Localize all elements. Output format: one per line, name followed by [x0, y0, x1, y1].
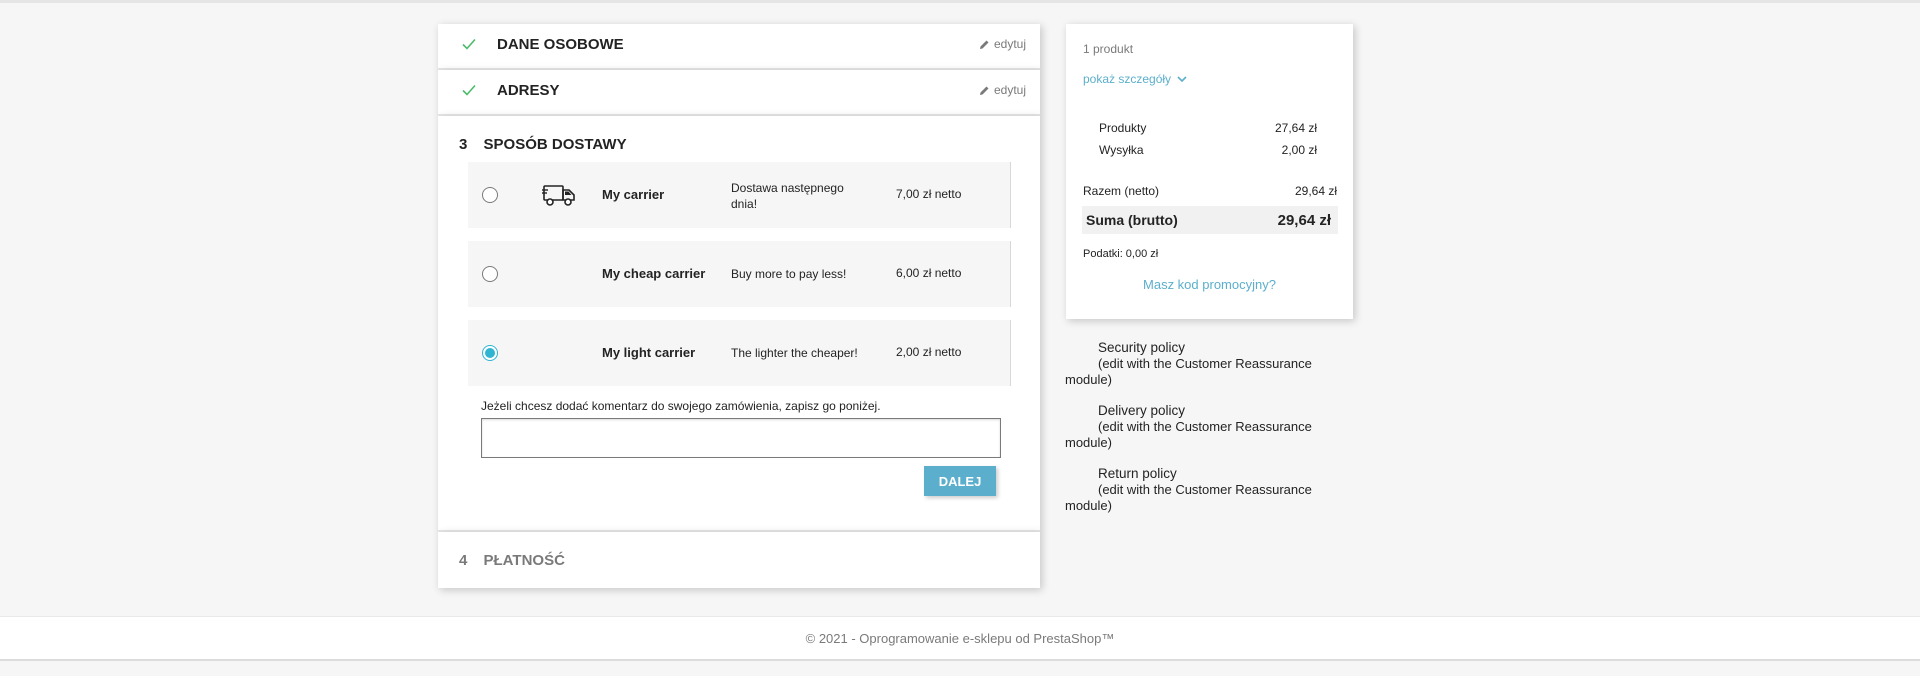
carrier-delay: The lighter the cheaper! — [731, 346, 858, 360]
pencil-icon — [979, 40, 989, 49]
carrier-name: My cheap carrier — [602, 266, 706, 281]
products-row: Produkty 27,64 zł — [1099, 121, 1317, 135]
step-title: Sposób dostawy — [483, 136, 627, 153]
checkmark-icon — [462, 38, 476, 50]
step-addresses[interactable]: Adresy edytuj — [438, 70, 1040, 116]
top-border — [0, 0, 1920, 3]
edit-label: edytuj — [993, 83, 1026, 97]
carrier-price: 6,00 zł netto — [896, 266, 962, 280]
continue-button[interactable]: Dalej — [924, 466, 996, 496]
step-number: 4 — [459, 552, 468, 569]
footer: © 2021 - Oprogramowanie e-sklepu od Pres… — [0, 616, 1920, 661]
footer-copyright[interactable]: © 2021 - Oprogramowanie e-sklepu od Pres… — [806, 631, 1115, 646]
carrier-radio-selected[interactable] — [482, 345, 498, 361]
shipping-label: Wysyłka — [1099, 143, 1144, 157]
total-value: 29,64 zł — [1277, 211, 1331, 229]
carrier-option[interactable]: My light carrier The lighter the cheaper… — [468, 320, 1011, 386]
carrier-delay: Dostawa następnego dnia! — [731, 181, 844, 211]
reassurance-title: Return policy — [1098, 466, 1177, 481]
chevron-down-icon — [1177, 75, 1187, 82]
reassurance-note: (edit with the Customer Reassurance modu… — [1065, 482, 1312, 513]
products-label: Produkty — [1099, 121, 1147, 135]
gross-total-row: Suma (brutto) 29,64 zł — [1082, 206, 1338, 234]
total-label: Suma (brutto) — [1086, 212, 1178, 228]
carrier-radio[interactable] — [482, 187, 498, 203]
taxes-text: Podatki: 0,00 zł — [1083, 248, 1159, 260]
products-value: 27,64 zł — [1274, 121, 1317, 135]
shipping-value: 2,00 zł — [1281, 143, 1317, 157]
step-number: 3 — [459, 136, 468, 153]
step-title: Dane osobowe — [497, 36, 624, 53]
net-value: 29,64 zł — [1294, 184, 1337, 198]
step-header: 4 Płatność — [459, 552, 565, 569]
reassurance-note: (edit with the Customer Reassurance modu… — [1065, 419, 1312, 450]
step-title: Płatność — [483, 552, 565, 569]
show-details-label: pokaż szczegóły — [1083, 72, 1172, 86]
promo-code-link[interactable]: Masz kod promocyjny? — [1066, 277, 1353, 292]
net-label: Razem (netto) — [1083, 184, 1160, 198]
carrier-price: 2,00 zł netto — [896, 345, 962, 359]
reassurance-title: Delivery policy — [1098, 403, 1186, 418]
checkmark-icon — [462, 84, 476, 96]
carrier-option[interactable]: My carrier Dostawa następnego dnia! 7,00… — [468, 162, 1011, 228]
edit-link[interactable]: edytuj — [979, 83, 1026, 97]
reassurance-item: Security policy (edit with the Customer … — [1065, 340, 1325, 388]
checkout-steps: Dane osobowe edytuj Adresy edytuj 3 Spos… — [438, 24, 1040, 588]
reassurance-note: (edit with the Customer Reassurance modu… — [1065, 356, 1312, 387]
carrier-name: My carrier — [602, 187, 665, 202]
customer-reassurance: Security policy (edit with the Customer … — [1065, 340, 1325, 529]
step-payment: 4 Płatność — [438, 532, 1040, 588]
net-total-row: Razem (netto) 29,64 zł — [1083, 184, 1337, 198]
edit-label: edytuj — [993, 37, 1026, 51]
order-comment-field[interactable] — [481, 418, 1001, 458]
truck-icon — [542, 185, 575, 206]
carrier-name: My light carrier — [602, 345, 696, 360]
pencil-icon — [979, 86, 989, 95]
shipping-row: Wysyłka 2,00 zł — [1099, 143, 1317, 157]
step-delivery: 3 Sposób dostawy My carrier Dostawa nast… — [438, 116, 1040, 532]
cart-summary: 1 produkt pokaż szczegóły Produkty 27,64… — [1066, 24, 1353, 319]
comment-label: Jeżeli chcesz dodać komentarz do swojego… — [481, 399, 881, 413]
reassurance-title: Security policy — [1098, 340, 1186, 355]
product-count: 1 produkt — [1083, 42, 1134, 56]
step-header: 3 Sposób dostawy — [459, 136, 627, 153]
step-title: Adresy — [497, 82, 560, 99]
carrier-delay: Buy more to pay less! — [731, 267, 847, 281]
carrier-option[interactable]: My cheap carrier Buy more to pay less! 6… — [468, 241, 1011, 307]
step-personal-info[interactable]: Dane osobowe edytuj — [438, 24, 1040, 70]
show-details-link[interactable]: pokaż szczegóły — [1083, 72, 1187, 86]
carrier-radio[interactable] — [482, 266, 498, 282]
edit-link[interactable]: edytuj — [979, 37, 1026, 51]
reassurance-item: Delivery policy (edit with the Customer … — [1065, 403, 1325, 451]
carrier-price: 7,00 zł netto — [896, 187, 962, 201]
reassurance-item: Return policy (edit with the Customer Re… — [1065, 466, 1325, 514]
